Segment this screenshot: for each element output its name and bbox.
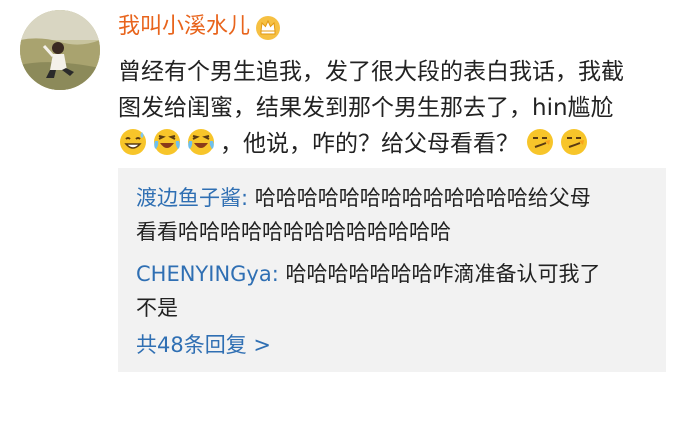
smirk-emoji-icon bbox=[525, 127, 555, 157]
avatar-photo bbox=[20, 10, 100, 90]
reply-text: 哈哈哈哈哈哈哈哈哈哈哈哈哈给父母 bbox=[248, 186, 591, 210]
reply-author[interactable]: CHENYINGya: bbox=[136, 262, 279, 286]
post-body: 曾经有个男生追我，发了很大段的表白我话，我截 图发给闺蜜，结果发到那个男生那去了… bbox=[118, 54, 670, 162]
weibo-comment-card: 我叫小溪水儿 曾经有个男生追我，发了很大段的表白我话，我截 图发给闺蜜，结果发到… bbox=[0, 0, 690, 428]
reply-text-continued: 不是 bbox=[136, 296, 178, 320]
reply-line: CHENYINGya: 哈哈哈哈哈哈哈咋滴准备认可我了 bbox=[136, 257, 656, 291]
post-text-line-3: ，他说，咋的？给父母看看？ bbox=[118, 126, 670, 162]
reply-item[interactable]: CHENYINGya: 哈哈哈哈哈哈哈咋滴准备认可我了 不是 bbox=[136, 257, 656, 325]
reply-text: 哈哈哈哈哈哈哈咋滴准备认可我了 bbox=[278, 262, 601, 286]
smirk-emoji-icon bbox=[559, 127, 589, 157]
laugh-cry-emoji-icon bbox=[186, 127, 216, 157]
avatar[interactable] bbox=[20, 10, 100, 90]
post-author[interactable]: 我叫小溪水儿 bbox=[118, 13, 282, 41]
crown-icon bbox=[254, 13, 282, 41]
reply-list: 渡边鱼子酱: 哈哈哈哈哈哈哈哈哈哈哈哈哈给父母 看看哈哈哈哈哈哈哈哈哈哈哈哈哈 … bbox=[118, 168, 666, 372]
post-text-line-2: 图发给闺蜜，结果发到那个男生那去了，hin尴尬 bbox=[118, 95, 614, 121]
sweat-smile-emoji-icon bbox=[118, 127, 148, 157]
reply-text-continued: 看看哈哈哈哈哈哈哈哈哈哈哈哈哈 bbox=[136, 220, 451, 244]
reply-item[interactable]: 渡边鱼子酱: 哈哈哈哈哈哈哈哈哈哈哈哈哈给父母 看看哈哈哈哈哈哈哈哈哈哈哈哈哈 bbox=[136, 181, 656, 249]
laugh-cry-emoji-icon bbox=[152, 127, 182, 157]
reply-author[interactable]: 渡边鱼子酱: bbox=[136, 186, 248, 210]
reply-line: 渡边鱼子酱: 哈哈哈哈哈哈哈哈哈哈哈哈哈给父母 bbox=[136, 181, 656, 215]
author-name[interactable]: 我叫小溪水儿 bbox=[118, 13, 250, 41]
post-text-line-1: 曾经有个男生追我，发了很大段的表白我话，我截 bbox=[118, 59, 624, 85]
post-text-line-3-text: ，他说，咋的？给父母看看？ bbox=[220, 131, 519, 157]
more-replies-link[interactable]: 共48条回复 > bbox=[136, 330, 271, 360]
